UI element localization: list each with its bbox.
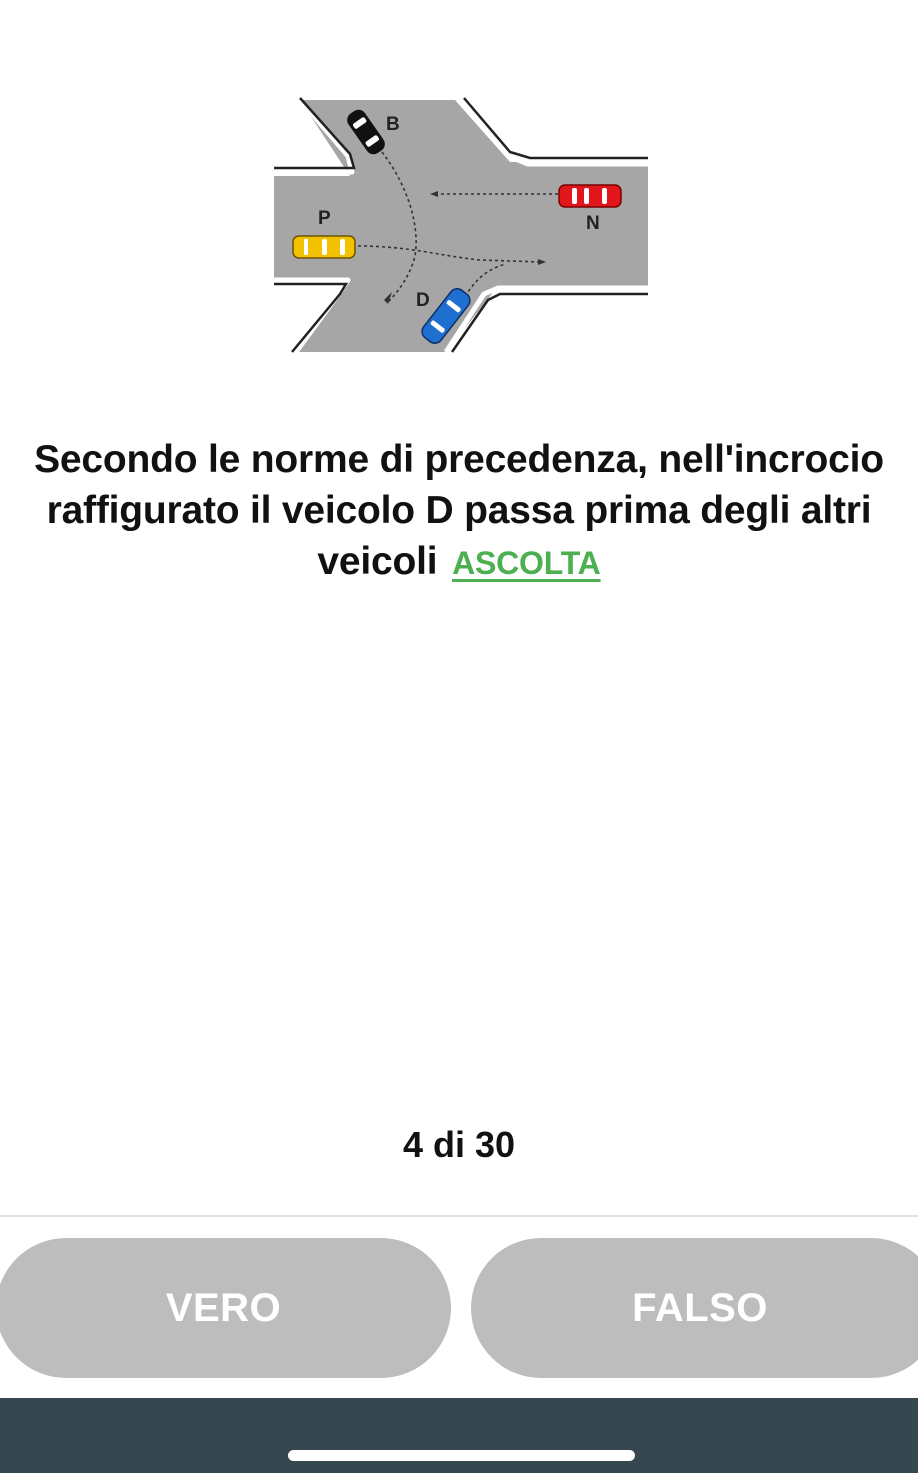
label-b: B bbox=[386, 114, 400, 135]
false-button[interactable]: FALSO bbox=[471, 1238, 918, 1378]
intersection-diagram: B N P D bbox=[270, 96, 650, 356]
car-p bbox=[292, 235, 356, 259]
label-p: P bbox=[318, 208, 331, 229]
label-d: D bbox=[416, 290, 430, 311]
listen-link[interactable]: ASCOLTA bbox=[452, 538, 601, 589]
quiz-screen: B N P D Secondo le norme di precedenza, … bbox=[0, 0, 918, 1473]
bottom-bar bbox=[0, 1398, 918, 1473]
divider bbox=[0, 1215, 918, 1217]
question-counter: 4 di 30 bbox=[402, 1124, 516, 1165]
home-indicator[interactable] bbox=[288, 1450, 635, 1461]
label-n: N bbox=[586, 213, 600, 234]
intersection-illustration: B N P D bbox=[274, 97, 648, 354]
question-text-block: Secondo le norme di precedenza, nell'inc… bbox=[0, 434, 918, 589]
true-button[interactable]: VERO bbox=[0, 1238, 451, 1378]
car-n bbox=[558, 184, 622, 208]
